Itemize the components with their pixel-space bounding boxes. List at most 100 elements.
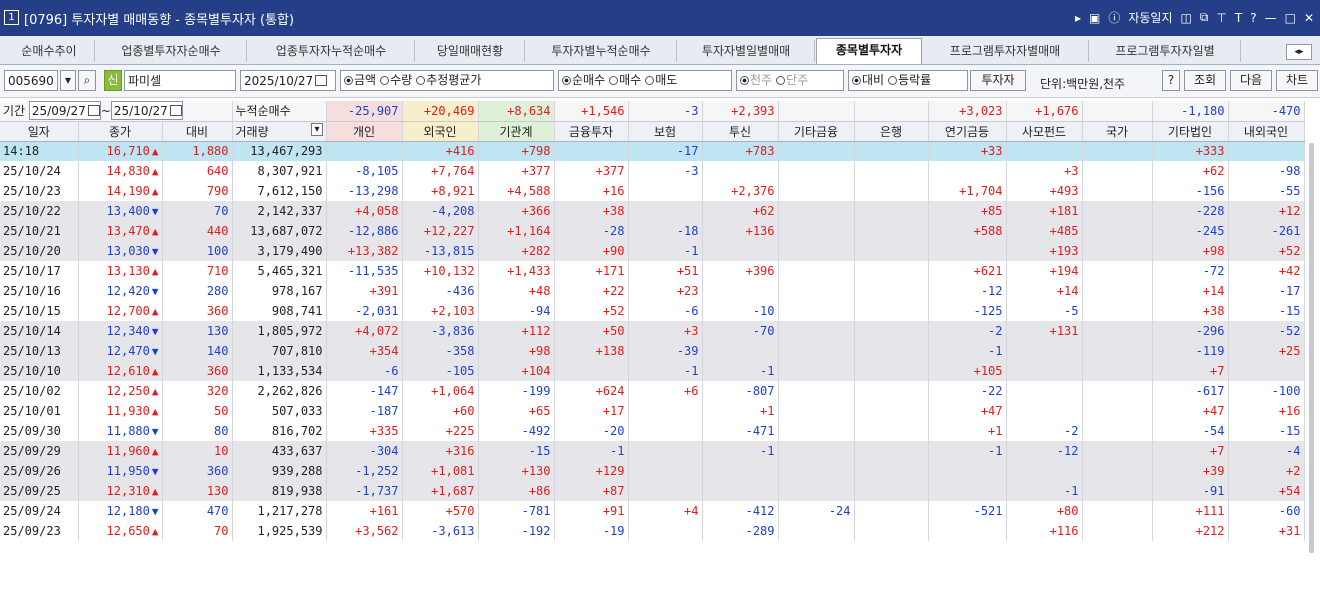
column-header[interactable]: 외국인 [402,121,479,142]
tab-8[interactable]: 프로그램투자자일별 [1090,40,1241,62]
column-header[interactable]: 개인 [326,121,403,142]
down-arrow-icon: ▼ [151,425,159,438]
table-row[interactable]: 25/10/10 12,610 ▲ 360 1,133,534 -6 -105 +104 -1-… [0,361,1305,381]
column-header[interactable]: 내외국인 [1228,121,1305,142]
calendar-icon[interactable] [169,105,182,117]
opts3-radio-0[interactable] [740,76,749,85]
investor-value-cell [928,521,1007,541]
column-header[interactable]: 기타법인 [1152,121,1229,142]
play-icon[interactable]: ▸ [1075,11,1081,25]
opts2-radio-2[interactable] [645,76,655,85]
to-date-input[interactable]: 25/10/27 [110,101,183,120]
tab-7[interactable]: 프로그램투자자별매매 [922,40,1089,62]
table-row[interactable]: 25/09/25 12,310 ▲ 130 819,938 -1,737 +1,687 +86… [0,481,1305,501]
opts4-radio-0[interactable] [852,76,861,85]
investor-value-cell: +171 [554,261,629,281]
minimize-icon[interactable]: — [1265,11,1277,25]
tab-5[interactable]: 투자자별일별매매 [678,40,815,62]
volume-dropdown-icon[interactable]: ▾ [311,122,323,136]
investor-value-cell [778,301,855,321]
table-row[interactable]: 25/10/01 11,930 ▲ 50 507,033 -187 +60 +65 +17 +1 +… [0,401,1305,421]
table-row[interactable]: 25/10/17 13,130 ▲ 710 5,465,321 -11,535 +10,13… [0,261,1305,281]
tab-2[interactable]: 업종투자자누적순매수 [248,40,415,62]
help-button[interactable]: ? [1162,70,1180,91]
stock-name-field[interactable]: 파미셀 [124,70,236,91]
maximize-icon[interactable]: □ [1285,11,1296,25]
tab-3[interactable]: 당일매매현황 [416,40,525,62]
table-row[interactable]: 25/09/23 12,650 ▲ 70 1,925,539 +3,562 -3,613 -1… [0,521,1305,541]
opts2-radio-1[interactable] [609,76,619,85]
search-icon[interactable]: ⌕ [78,70,96,91]
change-cell: 360 [162,361,233,381]
column-header[interactable]: 기관계 [478,121,555,142]
tab-6[interactable]: 종목별투자자 [816,38,922,64]
calendar-icon[interactable] [315,75,328,86]
pin-icon[interactable]: ⊤ [1216,11,1226,25]
from-date-input[interactable]: 25/09/27 [28,101,101,120]
auto-journal-label[interactable]: 자동일지 [1128,9,1172,26]
column-header[interactable]: 은행 [854,121,929,142]
column-header[interactable]: 투신 [702,121,779,142]
column-header[interactable]: 기타금융 [778,121,855,142]
table-row[interactable]: 25/10/21 13,470 ▲ 440 13,687,072 -12,886 +12,2… [0,221,1305,241]
column-header[interactable]: 거래량 ▾ [232,121,327,142]
opts2-radio-0[interactable] [562,76,571,85]
tab-4[interactable]: 투자자별누적순매수 [526,40,677,62]
table-row[interactable]: 25/10/02 12,250 ▲ 320 2,262,826 -147 +1,064 -19… [0,381,1305,401]
volume-cell: 2,262,826 [232,381,327,401]
column-header[interactable]: 대비 [162,121,233,142]
screen-icon[interactable]: ▣ [1089,11,1100,25]
column-header[interactable]: 사모펀드 [1006,121,1083,142]
close-icon[interactable]: ✕ [1304,11,1314,25]
tab-0[interactable]: 순매수추이 [4,40,95,62]
info-icon[interactable]: ⓘ [1108,9,1120,26]
investor-value-cell: +624 [554,381,629,401]
column-header[interactable]: 종가 [78,121,163,142]
query-button[interactable]: 조회 [1184,70,1226,91]
change-cell: 1,880 [162,141,233,161]
investor-button[interactable]: 투자자 [970,70,1026,91]
stock-code-input[interactable]: 005690 [4,70,58,91]
vertical-scrollbar[interactable] [1309,143,1314,553]
table-row[interactable]: 25/09/24 12,180 ▼ 470 1,217,278 +161 +570 -781 +… [0,501,1305,521]
column-header[interactable]: 국가 [1082,121,1153,142]
investor-value-cell [1082,301,1153,321]
table-row[interactable]: 25/10/13 12,470 ▼ 140 707,810 +354 -358 +98 +138… [0,341,1305,361]
period-range[interactable]: 기간 25/09/27 ~25/10/27 [0,101,233,122]
close-price-cell: 11,930 ▲ [78,401,163,421]
opts4-radio-1[interactable] [888,76,898,85]
investor-value-cell: -15 [1228,301,1305,321]
column-header[interactable]: 보험 [628,121,703,142]
table-row[interactable]: 25/09/26 11,950 ▼ 360 939,288 -1,252 +1,081 +13… [0,461,1305,481]
close-price-cell: 12,650 ▲ [78,521,163,541]
table-row[interactable]: 14:18 16,710 ▲ 1,880 13,467,293 +416 +798 -17 +7… [0,141,1305,161]
font-icon[interactable]: T [1235,11,1242,25]
table-row[interactable]: 25/10/23 14,190 ▲ 790 7,612,150 -13,298 +8,921… [0,181,1305,201]
chart-button[interactable]: 차트 [1276,70,1318,91]
table-row[interactable]: 25/10/15 12,700 ▲ 360 908,741 -2,031 +2,103 -94… [0,301,1305,321]
help-icon[interactable]: ? [1250,11,1256,25]
layout-icon[interactable]: ◫ [1181,11,1192,25]
table-row[interactable]: 25/10/20 13,030 ▼ 100 3,179,490 +13,382 -13,81… [0,241,1305,261]
table-row[interactable]: 25/09/30 11,880 ▼ 80 816,702 +335 +225 -492 -20 -… [0,421,1305,441]
column-header[interactable]: 연기금등 [928,121,1007,142]
opts1-radio-0[interactable] [344,76,353,85]
code-dropdown-icon[interactable]: ▾ [60,70,76,91]
table-row[interactable]: 25/10/22 13,400 ▼ 70 2,142,337 +4,058 -4,208 +3… [0,201,1305,221]
opts3-radio-1[interactable] [776,76,786,85]
window-copy-icon[interactable]: ⧉ [1200,10,1209,25]
next-button[interactable]: 다음 [1230,70,1272,91]
column-header[interactable]: 금융투자 [554,121,629,142]
table-row[interactable]: 25/10/24 14,830 ▲ 640 8,307,921 -8,105 +7,764 +… [0,161,1305,181]
table-row[interactable]: 25/10/16 12,420 ▼ 280 978,167 +391 -436 +48 +22 +… [0,281,1305,301]
investor-value-cell: -245 [1152,221,1229,241]
opts1-radio-1[interactable] [380,76,390,85]
tab-scroll-icon[interactable]: ◂▸ [1286,44,1312,60]
opts1-radio-2[interactable] [416,76,426,85]
query-date-input[interactable]: 2025/10/27 [240,70,336,91]
tab-1[interactable]: 업종별투자자순매수 [96,40,247,62]
table-row[interactable]: 25/09/29 11,960 ▲ 10 433,637 -304 +316 -15 -1 -1-… [0,441,1305,461]
table-row[interactable]: 25/10/14 12,340 ▼ 130 1,805,972 +4,072 -3,836 +… [0,321,1305,341]
column-header[interactable]: 일자 [0,121,79,142]
calendar-icon[interactable] [87,105,100,117]
